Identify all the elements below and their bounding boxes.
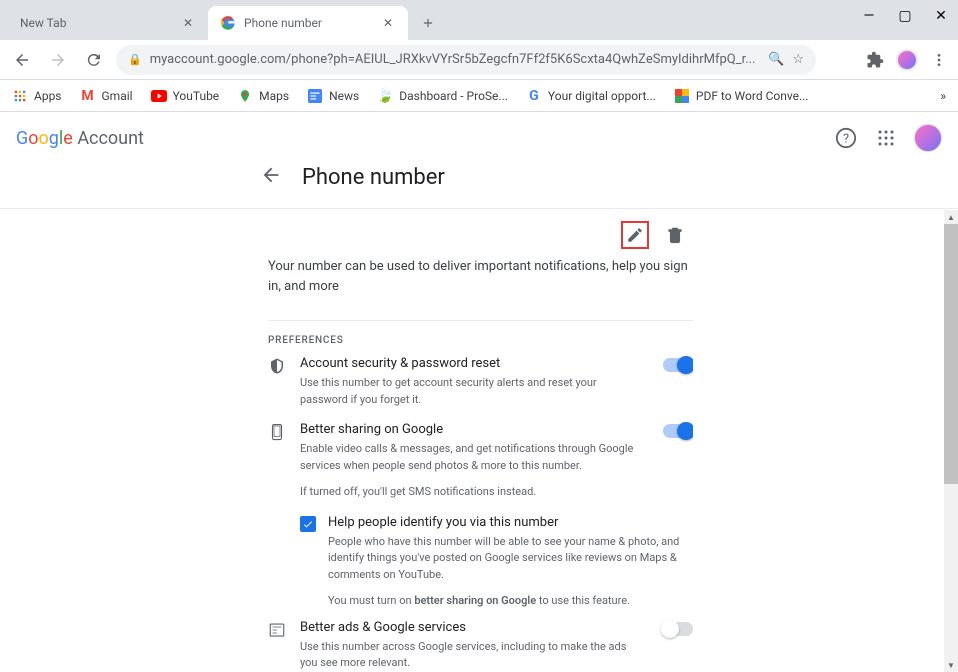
back-arrow-icon[interactable] [260, 164, 282, 190]
reload-button[interactable] [80, 46, 108, 74]
toggle-sharing[interactable] [663, 424, 693, 438]
bookmark-dashboard[interactable]: 🍃 Dashboard - ProSe... [377, 88, 508, 104]
extensions-icon[interactable] [864, 49, 886, 71]
back-button[interactable] [8, 46, 36, 74]
bookmark-label: Maps [259, 89, 289, 103]
scroll-up-arrow[interactable]: ▲ [944, 210, 958, 224]
youtube-icon [151, 88, 167, 104]
page-content: Google Account ? Phone number Your numbe… [0, 112, 958, 672]
bookmark-label: PDF to Word Conve... [696, 89, 809, 103]
apps-shortcut[interactable]: Apps [12, 88, 62, 104]
intro-text: Your number can be used to deliver impor… [268, 257, 693, 296]
bookmark-maps[interactable]: Maps [237, 88, 289, 104]
google-account-logo[interactable]: Google Account [16, 128, 144, 149]
page-title-row: Phone number [0, 164, 958, 208]
content-area: Your number can be used to deliver impor… [268, 209, 693, 669]
profile-avatar[interactable] [896, 49, 918, 71]
pref-title: Better ads & Google services [300, 620, 645, 635]
bookmark-label: Dashboard - ProSe... [399, 89, 508, 103]
close-icon[interactable]: ✕ [380, 15, 396, 31]
pref-desc: Use this number across Google services, … [300, 639, 645, 670]
close-window-button[interactable]: ✕ [932, 8, 950, 24]
menu-icon[interactable] [928, 49, 950, 71]
apps-icon [12, 88, 28, 104]
search-in-page-icon[interactable]: 🔍 [768, 52, 784, 67]
checkbox-identify[interactable] [300, 516, 316, 532]
bookmark-youtube[interactable]: YouTube [151, 88, 220, 104]
scrollbar[interactable]: ▲ ▼ [944, 224, 958, 672]
bookmarks-bar: Apps M Gmail YouTube Maps News 🍃 Dashboard… [0, 80, 958, 112]
shield-icon [268, 357, 288, 378]
pref-sharing: Better sharing on Google Enable video ca… [268, 422, 693, 501]
url-input[interactable] [150, 52, 760, 67]
pref-ads: Better ads & Google services Use this nu… [268, 620, 693, 670]
maximize-button[interactable]: ▢ [896, 8, 914, 24]
pref-security: Account security & password reset Use th… [268, 356, 693, 408]
pref-identify: Help people identify you via this number… [300, 515, 693, 610]
browser-tab-inactive[interactable]: New Tab ✕ [8, 6, 208, 40]
edit-button[interactable] [621, 221, 649, 249]
lock-icon: 🔒 [128, 53, 142, 66]
svg-text:?: ? [843, 132, 849, 147]
bookmark-digital[interactable]: G Your digital opport... [526, 88, 656, 104]
scroll-down-arrow[interactable]: ▼ [944, 658, 958, 672]
bookmark-news[interactable]: News [307, 88, 359, 104]
pref-desc-extra: If turned off, you'll get SMS notificati… [300, 484, 645, 501]
scrollbar-thumb[interactable] [944, 224, 958, 484]
browser-toolbar: 🔒 🔍 ☆ [0, 40, 958, 80]
window-controls: — ▢ ✕ [860, 8, 950, 24]
page-header: Google Account ? [0, 112, 958, 164]
gmail-icon: M [80, 88, 96, 104]
bookmark-label: News [329, 89, 359, 103]
bookmark-label: Gmail [102, 89, 133, 103]
page-title: Phone number [302, 165, 445, 190]
apps-grid-icon[interactable] [874, 126, 898, 150]
help-icon[interactable]: ? [834, 126, 858, 150]
newspaper-icon [268, 621, 288, 642]
phone-icon [268, 423, 288, 444]
leaf-icon: 🍃 [377, 88, 393, 104]
bookmark-label: Apps [34, 89, 62, 103]
toggle-security[interactable] [663, 358, 693, 372]
google-icon: G [526, 88, 542, 104]
checkbox-note: You must turn on better sharing on Googl… [328, 593, 693, 610]
address-bar[interactable]: 🔒 🔍 ☆ [116, 45, 816, 75]
pdf-icon [674, 88, 690, 104]
delete-button[interactable] [661, 221, 689, 249]
checkbox-desc: People who have this number will be able… [328, 534, 693, 584]
tab-title: New Tab [20, 16, 180, 30]
account-avatar[interactable] [914, 124, 942, 152]
divider [268, 320, 693, 321]
news-icon [307, 88, 323, 104]
browser-tab-active[interactable]: Phone number ✕ [208, 6, 408, 40]
checkbox-title: Help people identify you via this number [328, 515, 693, 530]
minimize-button[interactable]: — [860, 8, 878, 24]
bookmarks-overflow[interactable]: » [940, 89, 946, 103]
bookmark-label: YouTube [173, 89, 220, 103]
star-bookmark-icon[interactable]: ☆ [792, 52, 804, 67]
bookmark-gmail[interactable]: M Gmail [80, 88, 133, 104]
preferences-label: PREFERENCES [268, 335, 693, 346]
bookmark-pdf[interactable]: PDF to Word Conve... [674, 88, 809, 104]
pref-desc: Use this number to get account security … [300, 375, 645, 408]
close-icon[interactable]: ✕ [180, 15, 196, 31]
maps-icon [237, 88, 253, 104]
browser-tab-strip: New Tab ✕ Phone number ✕ — ▢ ✕ [0, 0, 958, 40]
forward-button[interactable] [44, 46, 72, 74]
pref-title: Account security & password reset [300, 356, 645, 371]
pref-desc: Enable video calls & messages, and get n… [300, 441, 645, 474]
pref-title: Better sharing on Google [300, 422, 645, 437]
toggle-ads[interactable] [663, 622, 693, 636]
google-favicon [220, 15, 236, 31]
new-tab-button[interactable] [414, 9, 442, 37]
bookmark-label: Your digital opport... [548, 89, 656, 103]
tab-title: Phone number [244, 16, 380, 30]
